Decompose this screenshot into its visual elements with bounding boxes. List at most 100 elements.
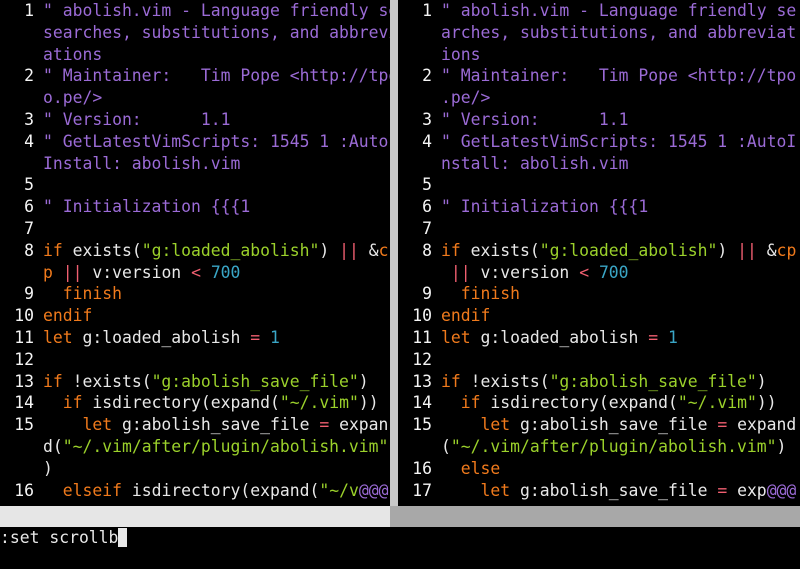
line-number: 6 <box>422 197 432 217</box>
code-line[interactable]: 2 " Maintainer: Tim Pope <http://tpo <box>0 65 390 87</box>
code-line[interactable]: 6 " Initialization {{{1 <box>0 196 390 218</box>
code-line[interactable]: 8 if exists("g:loaded_abolish") || &cp <box>398 240 800 262</box>
code-line[interactable]: ations <box>0 44 390 66</box>
code-line[interactable]: 16 elseif isdirectory(expand("~/v@@@ <box>0 480 390 502</box>
code-line[interactable]: 15 let g:abolish_save_file = expan <box>0 414 390 436</box>
code-line[interactable]: || v:version < 700 <box>398 262 800 284</box>
code-line[interactable]: 1 " abolish.vim - Language friendly se <box>0 0 390 22</box>
code-token: let <box>480 415 511 435</box>
code-line[interactable]: 3 " Version: 1.1 <box>0 109 390 131</box>
code-token: < <box>579 262 590 282</box>
code-token: " Maintainer: Tim Pope <http://tpo <box>43 66 390 86</box>
code-line[interactable]: 13 if !exists("g:abolish_save_file") <box>398 371 800 393</box>
code-line[interactable]: 11 let g:loaded_abolish = 1 <box>398 327 800 349</box>
code-line[interactable]: ) <box>0 458 390 480</box>
code-token: v:version <box>82 262 192 282</box>
line-number: 9 <box>422 284 432 304</box>
code-token: Install: abolish.vim <box>43 153 241 173</box>
code-token: let <box>441 327 471 347</box>
line-number: 12 <box>412 349 432 369</box>
code-line[interactable]: 12 <box>0 349 390 371</box>
line-code: let g:abolish_save_file = expan <box>43 414 390 436</box>
code-line[interactable]: d("~/.vim/after/plugin/abolish.vim" <box>0 436 390 458</box>
code-token: " Maintainer: Tim Pope <http://tpo <box>441 66 797 86</box>
code-line[interactable]: arches, substitutions, and abbreviat <box>398 22 800 44</box>
line-code: o.pe/> <box>43 87 390 109</box>
command-line[interactable]: :set scrollb <box>0 527 800 548</box>
code-line[interactable]: 5 <box>398 174 800 196</box>
vertical-split-separator[interactable] <box>390 0 398 506</box>
code-line[interactable]: 13 if !exists("g:abolish_save_file") <box>0 371 390 393</box>
command-text: :set scrollb <box>0 528 119 547</box>
code-line[interactable]: 4 " GetLatestVimScripts: 1545 1 :AutoI <box>0 131 390 153</box>
code-token: expand <box>727 415 797 435</box>
code-line[interactable]: 14 if isdirectory(expand("~/.vim")) <box>398 392 800 414</box>
code-line[interactable]: Install: abolish.vim <box>0 153 390 175</box>
code-token: finish <box>460 284 520 304</box>
code-token: isdirectory(expand( <box>82 393 280 413</box>
code-line[interactable]: ions <box>398 44 800 66</box>
line-number: 15 <box>14 415 34 435</box>
code-token: "g:abolish_save_file" <box>549 371 757 391</box>
code-token: ) <box>319 240 340 260</box>
code-token: " Initialization {{{1 <box>441 197 649 217</box>
line-code: let g:loaded_abolish = 1 <box>441 327 800 349</box>
code-line[interactable]: 4 " GetLatestVimScripts: 1545 1 :AutoI <box>398 131 800 153</box>
line-code: if !exists("g:abolish_save_file") <box>441 371 800 393</box>
code-token: = <box>250 327 261 347</box>
line-code: endif <box>43 305 390 327</box>
code-line[interactable]: ("~/.vim/after/plugin/abolish.vim") <box>398 436 800 458</box>
code-token: = <box>648 327 659 347</box>
code-line[interactable]: 7 <box>0 218 390 240</box>
code-line[interactable]: 7 <box>398 218 800 240</box>
code-line[interactable]: 9 finish <box>398 283 800 305</box>
code-line[interactable]: 17 let g:abolish_save_file = exp@@@ <box>398 480 800 502</box>
line-number: 11 <box>412 327 432 347</box>
code-token: ( <box>441 436 451 456</box>
code-line[interactable]: 10 endif <box>398 305 800 327</box>
line-number: 2 <box>422 66 432 86</box>
code-line[interactable]: 1 " abolish.vim - Language friendly se <box>398 0 800 22</box>
code-line[interactable]: p || v:version < 700 <box>0 262 390 284</box>
code-line[interactable]: 14 if isdirectory(expand("~/.vim")) <box>0 392 390 414</box>
code-token: g:abolish_save_file <box>510 480 718 500</box>
code-token: = <box>717 415 728 435</box>
code-token: endif <box>43 306 93 326</box>
code-line[interactable]: 2 " Maintainer: Tim Pope <http://tpo <box>398 65 800 87</box>
code-token: "~/.vim" <box>279 393 359 413</box>
code-line[interactable]: 15 let g:abolish_save_file = expand <box>398 414 800 436</box>
code-line[interactable]: searches, substitutions, and abbrevi <box>0 22 390 44</box>
code-line[interactable]: 8 if exists("g:loaded_abolish") || &cp <box>0 240 390 262</box>
code-line[interactable]: 16 else <box>398 458 800 480</box>
code-line[interactable]: 10 endif <box>0 305 390 327</box>
code-line[interactable]: 5 <box>0 174 390 196</box>
code-token: ions <box>441 44 481 64</box>
code-line[interactable]: 6 " Initialization {{{1 <box>398 196 800 218</box>
right-status-position: Top <box>760 549 790 568</box>
line-number: 10 <box>412 306 432 326</box>
status-separator <box>390 506 398 527</box>
code-token: if <box>43 240 63 260</box>
code-token: )) <box>358 393 379 413</box>
code-line[interactable]: 3 " Version: 1.1 <box>398 109 800 131</box>
code-token: = <box>717 480 728 500</box>
code-token: v:version <box>470 262 580 282</box>
code-line[interactable]: 9 finish <box>0 283 390 305</box>
code-token: ) <box>43 458 53 478</box>
code-token: 700 <box>210 262 241 282</box>
code-line[interactable]: 12 <box>398 349 800 371</box>
code-line[interactable]: 11 let g:loaded_abolish = 1 <box>0 327 390 349</box>
code-line[interactable]: .pe/> <box>398 87 800 109</box>
line-number: 7 <box>422 218 432 238</box>
line-code: if isdirectory(expand("~/.vim")) <box>441 392 800 414</box>
right-editor-pane[interactable]: 1 " abolish.vim - Language friendly se arc… <box>398 0 800 506</box>
code-token: let <box>480 480 511 500</box>
code-line[interactable]: nstall: abolish.vim <box>398 153 800 175</box>
code-line[interactable]: o.pe/> <box>0 87 390 109</box>
left-editor-pane[interactable]: 1 " abolish.vim - Language friendly se sea… <box>0 0 390 506</box>
code-token: ) <box>776 436 787 456</box>
line-number: 16 <box>14 480 34 500</box>
line-code: if exists("g:loaded_abolish") || &cp <box>43 240 390 262</box>
